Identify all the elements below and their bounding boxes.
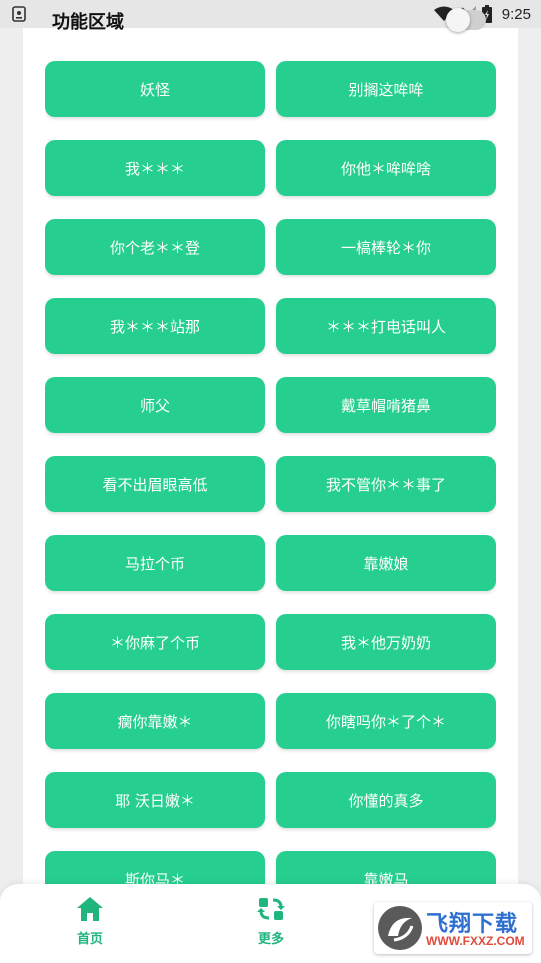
sound-button-grid: 妖怪 别搁这哞哞 我＊＊＊ 你他＊哞哞啥 你个老＊＊登 一槁棒轮＊你 我＊＊＊站那 ＊＊＊打电… <box>45 61 496 884</box>
watermark-swirl-icon <box>388 917 414 942</box>
sound-button[interactable]: 一槁棒轮＊你 <box>276 219 496 275</box>
screenshot-icon <box>12 6 26 22</box>
watermark-badge: 飞翔下载 WWW.FXXZ.COM <box>374 902 532 954</box>
sound-button[interactable]: 你懂的真多 <box>276 772 496 828</box>
sound-button[interactable]: ＊＊＊打电话叫人 <box>276 298 496 354</box>
nav-home-label: 首页 <box>76 932 103 947</box>
sound-button[interactable]: ＊你麻了个币 <box>45 614 265 670</box>
sound-button[interactable]: 耶 沃日嫩＊ <box>45 772 265 828</box>
sound-button[interactable]: 斯你马＊ <box>45 851 265 884</box>
watermark-url: WWW.FXXZ.COM <box>426 934 525 948</box>
sound-button[interactable]: 马拉个币 <box>45 535 265 591</box>
sound-button[interactable]: 看不出眉眼高低 <box>45 456 265 512</box>
sound-button[interactable]: 靠嫩娘 <box>276 535 496 591</box>
sound-button[interactable]: 你瞎吗你＊了个＊ <box>276 693 496 749</box>
sound-button[interactable]: 师父 <box>45 377 265 433</box>
sound-button[interactable]: 你他＊哞哞啥 <box>276 140 496 196</box>
refresh-icon <box>257 898 285 920</box>
home-icon <box>77 897 103 921</box>
sound-button[interactable]: 我不管你＊＊事了 <box>276 456 496 512</box>
status-time: 9:25 <box>501 5 531 23</box>
sound-button[interactable]: 戴草帽啃猪鼻 <box>276 377 496 433</box>
sound-button[interactable]: 我＊＊＊ <box>45 140 265 196</box>
nav-home[interactable]: 首页 <box>50 896 130 947</box>
nav-more-label: 更多 <box>257 932 284 947</box>
sound-button[interactable]: 我＊＊＊站那 <box>45 298 265 354</box>
sound-button[interactable]: 妖怪 <box>45 61 265 117</box>
sound-button[interactable]: 你个老＊＊登 <box>45 219 265 275</box>
sound-button[interactable]: 瘸你靠嫩＊ <box>45 693 265 749</box>
toggle-knob <box>446 8 470 32</box>
section-title: 功能区域 <box>52 12 124 33</box>
sound-button[interactable]: 我＊他万奶奶 <box>276 614 496 670</box>
watermark-logo-icon <box>378 906 422 950</box>
nav-more[interactable]: 更多 <box>231 896 311 947</box>
sound-button[interactable]: 靠嫩马 <box>276 851 496 884</box>
sound-button[interactable]: 别搁这哞哞 <box>276 61 496 117</box>
toggle-switch[interactable] <box>446 8 486 32</box>
